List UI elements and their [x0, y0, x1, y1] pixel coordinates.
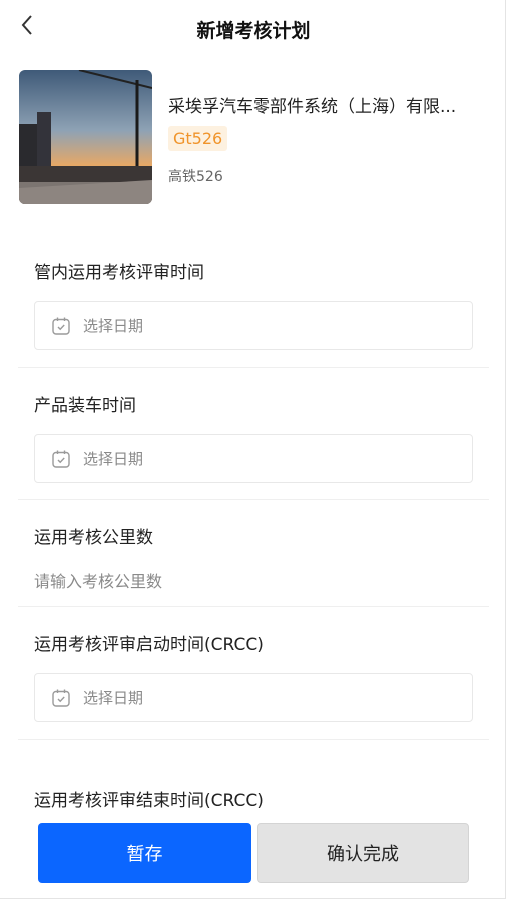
crcc-start-placeholder: 选择日期 [83, 689, 144, 707]
confirm-complete-button[interactable]: 确认完成 [257, 823, 469, 883]
divider [18, 739, 489, 740]
page-title: 新增考核计划 [196, 20, 311, 42]
install-time-label: 产品装车时间 [34, 396, 136, 416]
crcc-end-label: 运用考核评审结束时间(CRCC) [34, 791, 264, 811]
calendar-icon [51, 449, 71, 469]
crcc-start-picker[interactable]: 选择日期 [34, 673, 473, 722]
crcc-start-label: 运用考核评审启动时间(CRCC) [34, 635, 264, 655]
review-time-label: 管内运用考核评审时间 [34, 263, 204, 283]
install-time-placeholder: 选择日期 [83, 450, 144, 468]
mileage-label: 运用考核公里数 [34, 528, 153, 548]
product-card: 采埃孚汽车零部件系统（上海）有限... Gt526 高铁526 [19, 70, 489, 206]
review-time-picker[interactable]: 选择日期 [34, 301, 473, 350]
save-draft-button[interactable]: 暂存 [38, 823, 251, 883]
product-image [19, 70, 152, 204]
divider [18, 499, 489, 500]
divider [18, 367, 489, 368]
calendar-icon [51, 316, 71, 336]
product-code: 高铁526 [168, 169, 223, 185]
product-name: 采埃孚汽车零部件系统（上海）有限... [168, 97, 457, 117]
calendar-icon [51, 688, 71, 708]
install-time-picker[interactable]: 选择日期 [34, 434, 473, 483]
mileage-input[interactable]: 请输入考核公里数 [34, 568, 162, 592]
header: 新增考核计划 [0, 0, 507, 58]
divider [18, 606, 489, 607]
product-tag: Gt526 [168, 126, 228, 151]
review-time-placeholder: 选择日期 [83, 317, 144, 335]
